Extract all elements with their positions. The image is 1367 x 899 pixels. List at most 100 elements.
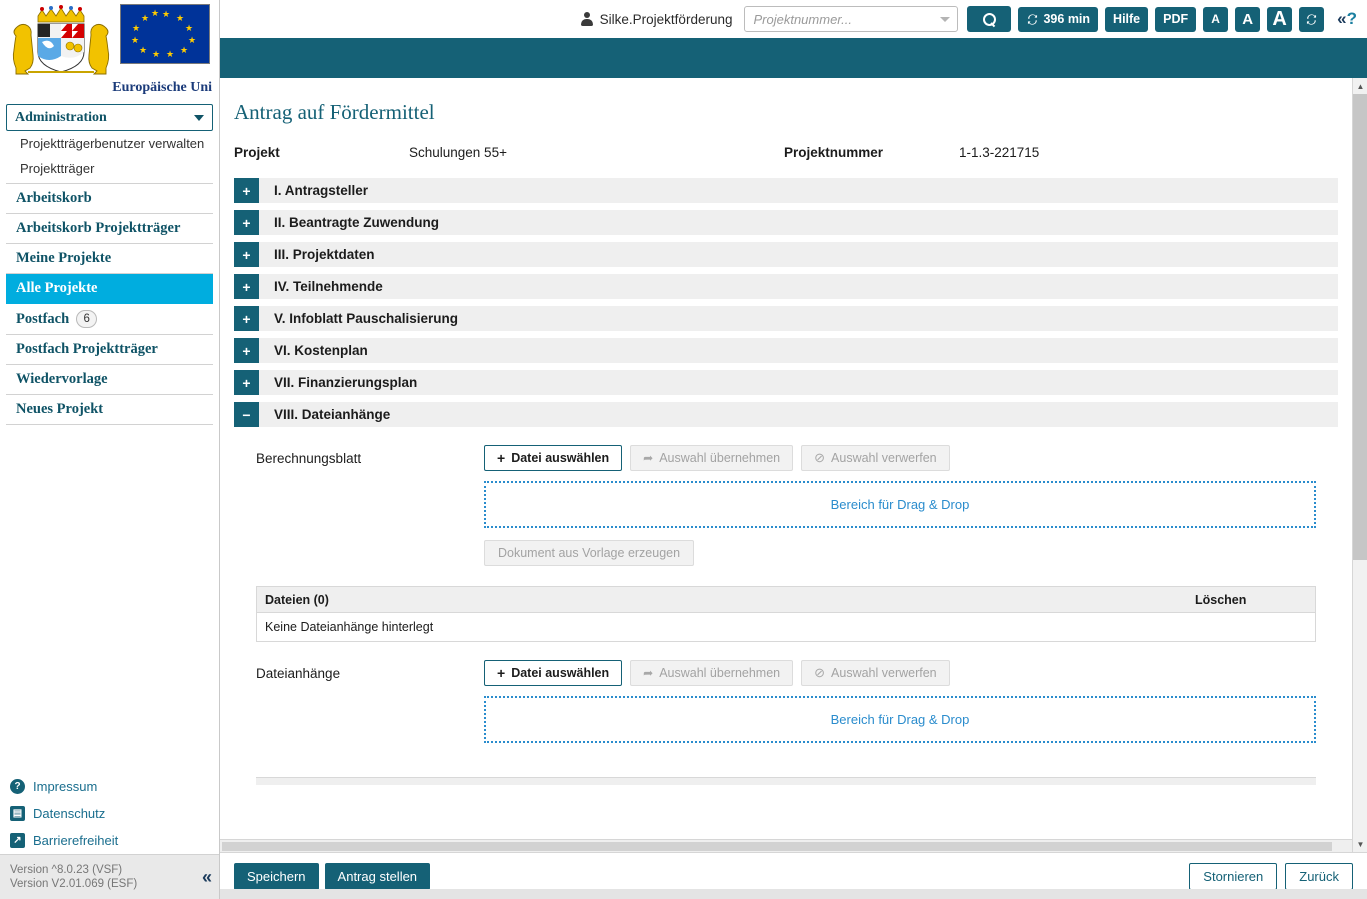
page-title: Antrag auf Fördermittel bbox=[234, 100, 435, 124]
search-input[interactable] bbox=[744, 6, 959, 32]
create-from-template-button[interactable]: Dokument aus Vorlage erzeugen bbox=[484, 540, 695, 566]
save-button[interactable]: Speichern bbox=[234, 862, 319, 890]
font-size-medium-button[interactable]: A bbox=[1235, 6, 1261, 32]
accordion-header-iv[interactable]: + IV. Teilnehmende bbox=[234, 274, 1338, 299]
scrollbar-thumb[interactable] bbox=[222, 842, 1332, 851]
sidebar-item-wiedervorlage[interactable]: Wiedervorlage bbox=[6, 365, 213, 395]
accordion-title: VI. Kostenplan bbox=[274, 343, 368, 358]
administration-dropdown-label: Administration bbox=[15, 109, 107, 125]
footer-link-label: Datenschutz bbox=[33, 806, 106, 821]
search-button[interactable] bbox=[967, 6, 1012, 32]
plus-icon: + bbox=[497, 665, 506, 681]
drag-drop-label: Bereich für Drag & Drop bbox=[830, 497, 970, 512]
submit-application-button[interactable]: Antrag stellen bbox=[324, 862, 431, 890]
discard-selection-button[interactable]: ⊘ Auswahl verwerfen bbox=[801, 445, 950, 471]
footer-link-impressum[interactable]: ? Impressum bbox=[0, 773, 219, 800]
sidebar-item-label: Postfach bbox=[16, 310, 70, 327]
sidebar-item-alle-projekte[interactable]: Alle Projekte bbox=[6, 274, 213, 304]
accordion-section-i: + I. Antragsteller bbox=[234, 178, 1338, 203]
accordion-section-ii: + II. Beantragte Zuwendung bbox=[234, 210, 1338, 235]
sidebar-item-postfach[interactable]: Postfach 6 bbox=[6, 304, 213, 335]
accordion-header-vi[interactable]: + VI. Kostenplan bbox=[234, 338, 1338, 363]
accordion-header-v[interactable]: + V. Infoblatt Pauschalisierung bbox=[234, 306, 1338, 331]
accessibility-arrow-icon: ↗ bbox=[10, 833, 25, 848]
expand-icon[interactable]: + bbox=[234, 242, 259, 267]
back-button[interactable]: Zurück bbox=[1285, 862, 1353, 890]
accordion-header-viii[interactable]: − VIII. Dateianhänge bbox=[234, 402, 1338, 427]
sync-icon bbox=[1026, 13, 1039, 26]
sidebar-item-label: Meine Projekte bbox=[16, 250, 112, 266]
accordion-section-iii: + III. Projektdaten bbox=[234, 242, 1338, 267]
drag-drop-zone[interactable]: Bereich für Drag & Drop bbox=[484, 481, 1316, 528]
project-number-value: 1-1.3-221715 bbox=[959, 145, 1040, 160]
attachment-group-label: Dateianhänge bbox=[256, 666, 341, 681]
ban-icon: ⊘ bbox=[814, 665, 826, 680]
accordion-title: II. Beantragte Zuwendung bbox=[274, 215, 440, 230]
footer-link-barrierefreiheit[interactable]: ↗ Barrierefreiheit bbox=[0, 827, 219, 854]
main-content: Antrag auf Fördermittel Projekt Schulung… bbox=[220, 78, 1352, 852]
version-esf: Version V2.01.069 (ESF) bbox=[10, 878, 138, 890]
project-search bbox=[744, 6, 959, 32]
sidebar-item-neues-projekt[interactable]: Neues Projekt bbox=[6, 395, 213, 425]
administration-dropdown[interactable]: Administration bbox=[6, 104, 213, 131]
footer-link-label: Barrierefreiheit bbox=[33, 833, 119, 848]
top-toolbar: Silke.Projektförderung 396 min Hilfe PDF… bbox=[220, 0, 1367, 38]
cancel-button[interactable]: Stornieren bbox=[1189, 862, 1278, 890]
files-table-dateianhaenge-partial bbox=[256, 777, 1316, 785]
select-file-button[interactable]: + Datei auswählen bbox=[484, 445, 623, 471]
privacy-document-icon: ▤ bbox=[10, 806, 25, 821]
column-header-delete: Löschen bbox=[1195, 592, 1247, 607]
expand-icon[interactable]: + bbox=[234, 370, 259, 395]
sidebar-collapse-icon[interactable]: « bbox=[202, 867, 212, 888]
horizontal-scrollbar[interactable] bbox=[220, 839, 1352, 852]
accordion-header-iii[interactable]: + III. Projektdaten bbox=[234, 242, 1338, 267]
sidebar-subitem-projekttraegerbenutzer[interactable]: Projektträgerbenutzer verwalten bbox=[0, 131, 219, 156]
expand-icon[interactable]: + bbox=[234, 178, 259, 203]
apply-selection-button[interactable]: ➦ Auswahl übernehmen bbox=[630, 660, 794, 686]
sidebar-subitem-projekttraeger[interactable]: Projektträger bbox=[0, 156, 219, 181]
sidebar-item-arbeitskorb[interactable]: Arbeitskorb bbox=[6, 184, 213, 214]
attachment-group-berechnungsblatt: Berechnungsblatt + Datei auswählen ➦ Aus… bbox=[234, 445, 1338, 566]
select-file-button[interactable]: + Datei auswählen bbox=[484, 660, 623, 686]
accordion-section-vii: + VII. Finanzierungsplan bbox=[234, 370, 1338, 395]
expand-icon[interactable]: + bbox=[234, 274, 259, 299]
sidebar-item-arbeitskorb-projekttraeger[interactable]: Arbeitskorb Projektträger bbox=[6, 214, 213, 244]
current-user: Silke.Projektförderung bbox=[581, 12, 732, 27]
font-size-small-button[interactable]: A bbox=[1203, 6, 1229, 32]
plus-icon: + bbox=[497, 450, 506, 466]
accordion-header-vii[interactable]: + VII. Finanzierungsplan bbox=[234, 370, 1338, 395]
sidebar-item-label: Postfach Projektträger bbox=[16, 341, 158, 357]
accordion-header-ii[interactable]: + II. Beantragte Zuwendung bbox=[234, 210, 1338, 235]
vertical-scrollbar[interactable]: ▲ ▼ bbox=[1352, 78, 1367, 852]
european-union-flag-icon: ★ ★ ★ ★ ★ ★ ★ ★ ★ ★ ★ ★ bbox=[120, 4, 210, 64]
sidebar-item-label: Arbeitskorb Projektträger bbox=[16, 220, 181, 236]
ban-icon: ⊘ bbox=[814, 450, 826, 465]
double-chevron-question-icon[interactable]: « ? bbox=[1337, 9, 1357, 29]
drag-drop-zone[interactable]: Bereich für Drag & Drop bbox=[484, 696, 1316, 743]
footer-link-datenschutz[interactable]: ▤ Datenschutz bbox=[0, 800, 219, 827]
scroll-down-arrow-icon[interactable]: ▼ bbox=[1353, 836, 1367, 852]
accordion-section-viii: − VIII. Dateianhänge Berechnungsblatt + … bbox=[234, 402, 1338, 785]
discard-selection-button[interactable]: ⊘ Auswahl verwerfen bbox=[801, 660, 950, 686]
sidebar-item-postfach-projekttraeger[interactable]: Postfach Projektträger bbox=[6, 335, 213, 365]
scroll-up-arrow-icon[interactable]: ▲ bbox=[1353, 78, 1367, 94]
help-button[interactable]: Hilfe bbox=[1105, 6, 1149, 32]
sidebar-item-meine-projekte[interactable]: Meine Projekte bbox=[6, 244, 213, 274]
accordion-body-viii: Berechnungsblatt + Datei auswählen ➦ Aus… bbox=[234, 427, 1338, 785]
refresh-button[interactable] bbox=[1299, 6, 1325, 32]
scrollbar-thumb[interactable] bbox=[1353, 94, 1367, 560]
accordion-header-i[interactable]: + I. Antragsteller bbox=[234, 178, 1338, 203]
session-timer-button[interactable]: 396 min bbox=[1018, 6, 1099, 32]
chevron-down-icon bbox=[194, 114, 204, 121]
empty-state-message: Keine Dateianhänge hinterlegt bbox=[265, 620, 434, 634]
expand-icon[interactable]: + bbox=[234, 210, 259, 235]
font-size-large-button[interactable]: A bbox=[1267, 6, 1293, 32]
apply-selection-button[interactable]: ➦ Auswahl übernehmen bbox=[630, 445, 794, 471]
attachment-group-dateianhaenge: Dateianhänge + Datei auswählen ➦ Auswahl… bbox=[234, 660, 1338, 755]
version-vsf: Version ^8.0.23 (VSF) bbox=[10, 864, 123, 876]
collapse-icon[interactable]: − bbox=[234, 402, 259, 427]
pdf-button[interactable]: PDF bbox=[1155, 6, 1197, 32]
expand-icon[interactable]: + bbox=[234, 338, 259, 363]
apply-selection-label: Auswahl übernehmen bbox=[659, 666, 781, 680]
expand-icon[interactable]: + bbox=[234, 306, 259, 331]
